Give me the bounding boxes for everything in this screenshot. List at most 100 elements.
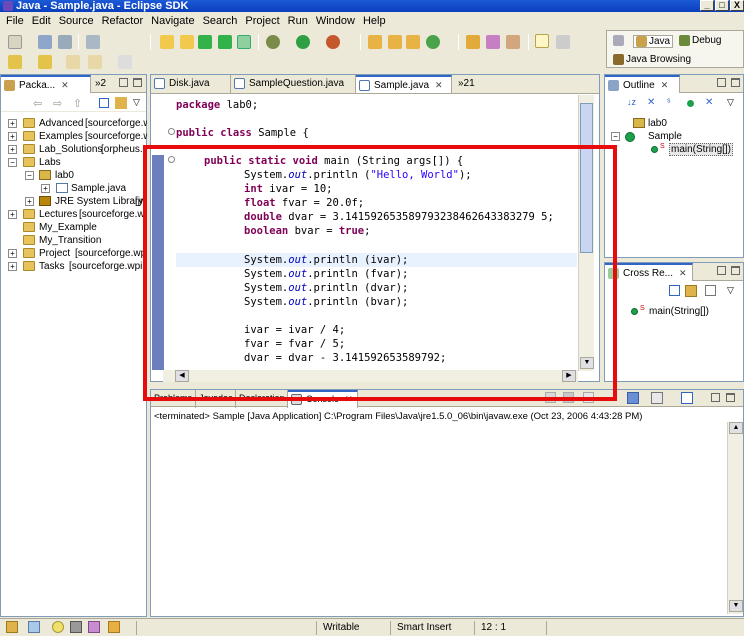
expand-icon[interactable]: +: [8, 145, 17, 154]
minimize-view-icon[interactable]: [119, 78, 128, 87]
tree-item-advanced[interactable]: + Advanced [sourceforge.w: [1, 117, 147, 130]
green-runner-icon[interactable]: [198, 35, 212, 49]
minimize-button[interactable]: _: [700, 0, 714, 11]
tab-package-explorer[interactable]: Packa... ✕: [1, 75, 91, 93]
tab-overflow[interactable]: »2: [91, 75, 110, 93]
back-icon[interactable]: [88, 55, 102, 69]
tab-declaration[interactable]: Declaration: [236, 390, 288, 408]
minimize-view-icon[interactable]: [717, 266, 726, 275]
pin-console-icon[interactable]: [627, 392, 639, 404]
toggle-icon[interactable]: [556, 35, 570, 49]
expand-icon[interactable]: +: [8, 210, 17, 219]
debug-icon[interactable]: [266, 35, 280, 49]
tree-item-labs[interactable]: − Labs: [1, 156, 147, 169]
up-arrow-icon[interactable]: ⇧: [73, 97, 82, 110]
open-perspective-button[interactable]: [613, 35, 624, 46]
collapse-all-icon[interactable]: [99, 98, 109, 108]
tree-item-my-transition[interactable]: My_Transition: [1, 234, 147, 247]
tab-disk-java[interactable]: Disk.java: [151, 75, 231, 93]
hide-fields-icon[interactable]: ✕: [647, 97, 655, 108]
maximize-view-icon[interactable]: [726, 393, 735, 402]
external-tools-icon[interactable]: [326, 35, 340, 49]
view-menu-icon[interactable]: ▽: [727, 97, 734, 108]
scroll-down-arrow-icon[interactable]: ▼: [729, 600, 743, 612]
tree-item-lab-solutions[interactable]: + Lab_Solutions [orpheus.: [1, 143, 147, 156]
menu-project[interactable]: Project: [241, 15, 283, 27]
editor-vertical-scrollbar[interactable]: ▼: [578, 95, 594, 371]
back-arrow-icon[interactable]: ⇦: [33, 97, 42, 110]
menu-window[interactable]: Window: [312, 15, 359, 27]
editor-horizontal-scrollbar[interactable]: ◀ ▶: [163, 370, 578, 382]
minimize-view-icon[interactable]: [711, 393, 720, 402]
menu-edit[interactable]: Edit: [28, 15, 55, 27]
perspective-java[interactable]: Java: [633, 35, 674, 48]
code-area[interactable]: package lab0; public class Sample { publ…: [152, 95, 577, 370]
console-icon[interactable]: [237, 35, 251, 49]
outline-item-package[interactable]: lab0: [605, 117, 743, 130]
fold-marker-icon[interactable]: [168, 156, 175, 163]
link-editor-icon[interactable]: [685, 285, 697, 297]
close-icon[interactable]: ✕: [679, 268, 687, 278]
outline-item-class[interactable]: − Sample: [605, 130, 743, 143]
scrollbar-thumb[interactable]: [580, 103, 593, 253]
new-interface-icon[interactable]: [426, 35, 440, 49]
last-edit-icon[interactable]: [66, 55, 80, 69]
minimize-view-icon[interactable]: [717, 78, 726, 87]
hide-nonpublic-icon[interactable]: [687, 100, 694, 107]
close-window-button[interactable]: X: [730, 0, 744, 11]
expand-icon[interactable]: +: [8, 132, 17, 141]
new-icon[interactable]: [8, 35, 22, 49]
scroll-right-arrow-icon[interactable]: ▶: [562, 370, 576, 382]
outline-item-method[interactable]: S main(String[]): [605, 143, 743, 156]
tree-item-sample-java[interactable]: + Sample.java: [1, 182, 147, 195]
hide-static-icon[interactable]: ˢ: [667, 97, 670, 108]
menu-file[interactable]: File: [2, 15, 28, 27]
prev-annotation-icon[interactable]: [38, 55, 52, 69]
clear-console-icon[interactable]: [583, 392, 594, 403]
forward-arrow-icon[interactable]: ⇨: [53, 97, 62, 110]
expand-icon[interactable]: +: [41, 184, 50, 193]
open-type-hierarchy-icon[interactable]: [466, 35, 480, 49]
sort-icon[interactable]: ↓z: [627, 97, 636, 107]
green-runner-two-icon[interactable]: [218, 35, 232, 49]
tab-javadoc[interactable]: Javadoc: [196, 390, 236, 408]
cross-ref-item-method[interactable]: S main(String[]): [605, 305, 743, 318]
display-console-icon[interactable]: [651, 392, 663, 404]
close-icon[interactable]: ✕: [61, 80, 69, 90]
history-icon[interactable]: [705, 285, 716, 296]
mark-occurrences-icon[interactable]: [535, 34, 549, 48]
maximize-view-icon[interactable]: [133, 78, 142, 87]
tip-icon[interactable]: [52, 621, 64, 633]
perspective-debug[interactable]: Debug: [679, 35, 721, 46]
fast-view-icon[interactable]: [6, 621, 18, 633]
console-vertical-scrollbar[interactable]: ▲ ▼: [727, 422, 743, 614]
new-project-icon[interactable]: [368, 35, 382, 49]
tab-cross-references[interactable]: Cross Re... ✕: [605, 263, 693, 281]
close-icon[interactable]: ✕: [661, 80, 669, 90]
run-icon[interactable]: [296, 35, 310, 49]
collapse-all-icon[interactable]: [669, 285, 680, 296]
scroll-left-arrow-icon[interactable]: ◀: [175, 370, 189, 382]
tree-item-lectures[interactable]: + Lectures [sourceforge.wp: [1, 208, 147, 221]
perspective-java-browsing[interactable]: Java Browsing: [613, 54, 691, 65]
tree-item-lab0[interactable]: − lab0: [1, 169, 147, 182]
close-icon[interactable]: ✕: [345, 394, 353, 404]
menu-refactor[interactable]: Refactor: [98, 15, 148, 27]
maximize-view-icon[interactable]: [731, 266, 740, 275]
forward-icon[interactable]: [118, 55, 132, 69]
tab-samplequestion-java[interactable]: SampleQuestion.java: [231, 75, 356, 93]
tree-item-examples[interactable]: + Examples [sourceforge.w: [1, 130, 147, 143]
collapse-icon[interactable]: −: [611, 132, 620, 141]
history-icon[interactable]: [88, 621, 100, 633]
maximize-button[interactable]: □: [715, 0, 729, 11]
view-menu-icon[interactable]: ▽: [727, 285, 734, 296]
runner-two-icon[interactable]: [180, 35, 194, 49]
menu-navigate[interactable]: Navigate: [147, 15, 198, 27]
expand-icon[interactable]: +: [25, 197, 34, 206]
tree-item-tasks[interactable]: + Tasks [sourceforge.wpi.: [1, 260, 147, 273]
new-package-icon[interactable]: [388, 35, 402, 49]
search-icon[interactable]: [486, 35, 500, 49]
open-type-icon[interactable]: [86, 35, 100, 49]
star-icon[interactable]: [108, 621, 120, 633]
pencil-icon[interactable]: [506, 35, 520, 49]
